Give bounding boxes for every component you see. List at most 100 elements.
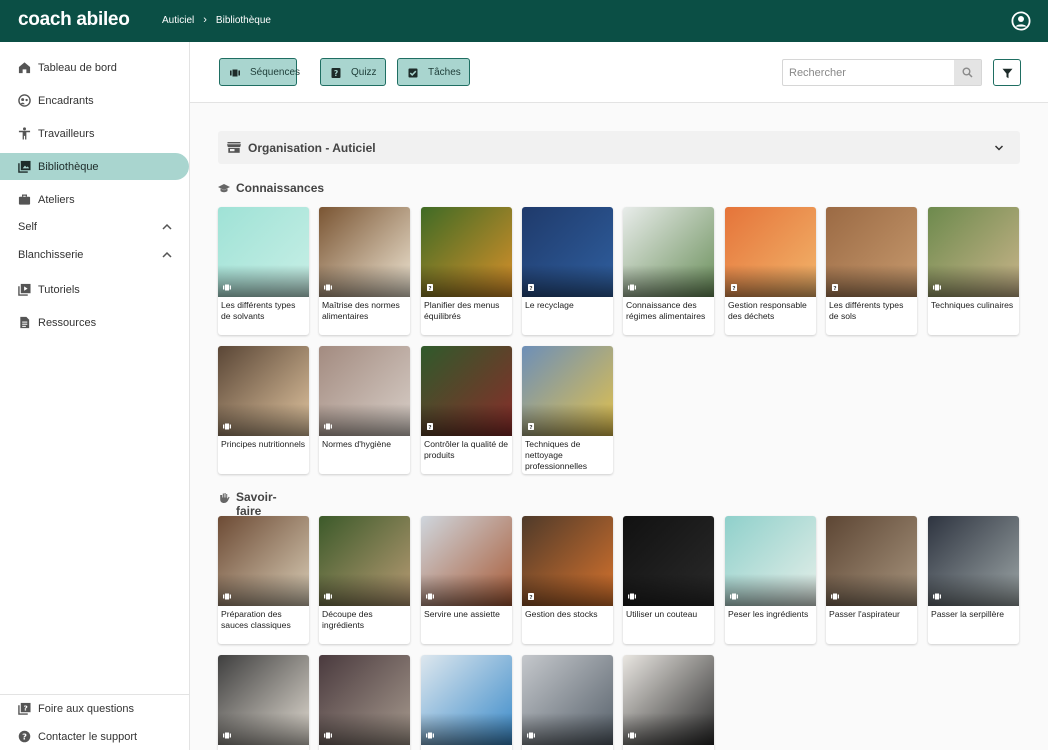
breadcrumb-item-auticiel[interactable]: Auticiel [162, 15, 194, 26]
button-label: Quizz [351, 67, 377, 78]
card-title: Connaissance des régimes alimentaires [626, 300, 706, 321]
library-card[interactable]: Normes d'hygiène [319, 346, 410, 474]
card-title: Techniques de nettoyage professionnelles [525, 439, 588, 471]
library-card[interactable]: Passer l'aspirateur [826, 516, 917, 644]
card-thumbnail-shade [421, 265, 512, 297]
top-bar: coach abileo Auticiel › Bibliothèque [0, 0, 1048, 42]
sidebar-item-ateliers[interactable]: Ateliers [0, 186, 189, 213]
button-label: Séquences [250, 67, 301, 78]
faq-icon: ? [18, 702, 31, 715]
organisation-group-header[interactable]: Organisation - Auticiel [218, 131, 1020, 164]
card-thumbnail-shade [218, 265, 309, 297]
library-card[interactable]: Techniques culinaires [928, 207, 1019, 335]
library-card[interactable]: ? Le recyclage [522, 207, 613, 335]
card-thumbnail-shade [218, 404, 309, 436]
card-thumbnail-shade [826, 265, 917, 297]
card-thumbnail-shade [319, 574, 410, 606]
quiz-icon: ? [528, 423, 534, 430]
card-thumbnail-shade [623, 713, 714, 745]
sidebar-item-travailleurs[interactable]: Travailleurs [0, 120, 189, 147]
card-title: Le recyclage [525, 300, 574, 310]
svg-text:?: ? [833, 286, 836, 291]
sequence-icon [324, 423, 332, 430]
chevron-up-icon[interactable] [162, 251, 172, 259]
library-card[interactable] [319, 655, 410, 750]
sidebar-item-tutoriels[interactable]: Tutoriels [0, 276, 189, 303]
sidebar: Tableau de bord Encadrants Travailleurs … [0, 42, 190, 750]
filter-button[interactable] [993, 59, 1021, 86]
card-thumbnail-shade [623, 574, 714, 606]
library-card[interactable]: ? Techniques de nettoyage professionnelle… [522, 346, 613, 474]
library-card[interactable]: Les différents types de solvants [218, 207, 309, 335]
sequence-icon [933, 284, 941, 291]
library-card[interactable]: Principes nutritionnels [218, 346, 309, 474]
sequence-icon [223, 284, 231, 291]
card-title: Les différents types de solvants [221, 300, 296, 321]
library-card[interactable] [218, 655, 309, 750]
search-button[interactable] [954, 60, 981, 85]
user-account-icon[interactable] [1011, 11, 1031, 31]
sequence-icon [324, 593, 332, 600]
library-card[interactable]: Découpe des ingrédients [319, 516, 410, 644]
task-icon [408, 68, 418, 78]
library-card[interactable] [623, 655, 714, 750]
library-card[interactable]: ? Gestion responsable des déchets [725, 207, 816, 335]
app-logo[interactable]: coach abileo [18, 9, 130, 31]
card-thumbnail-shade [522, 265, 613, 297]
search-icon [962, 67, 973, 78]
sidebar-item-faq[interactable]: ? Foire aux questions [0, 695, 189, 722]
sequence-icon [223, 423, 231, 430]
sidebar-item-tableau-de-bord[interactable]: Tableau de bord [0, 54, 189, 81]
sidebar-item-label: Ateliers [38, 193, 75, 206]
library-card[interactable]: Passer la serpillère [928, 516, 1019, 644]
library-card[interactable]: Maîtrise des normes alimentaires [319, 207, 410, 335]
library-card[interactable]: Préparation des sauces classiques [218, 516, 309, 644]
library-card[interactable]: ? Planifier des menus équilibrés [421, 207, 512, 335]
library-card[interactable] [522, 655, 613, 750]
card-thumbnail-shade [826, 574, 917, 606]
card-title: Préparation des sauces classiques [221, 609, 291, 630]
library-card[interactable]: Servire une assiette [421, 516, 512, 644]
sidebar-item-support[interactable]: ? Contacter le support [0, 723, 189, 750]
store-icon [227, 142, 241, 153]
svg-text:?: ? [529, 425, 532, 430]
quiz-icon: ? [528, 284, 534, 291]
button-label: Tâches [428, 67, 461, 78]
library-card[interactable]: Connaissance des régimes alimentaires [623, 207, 714, 335]
hand-icon [220, 493, 230, 503]
quiz-icon: ? [427, 284, 433, 291]
library-card[interactable] [421, 655, 512, 750]
quiz-icon: ? [528, 593, 534, 600]
svg-text:?: ? [428, 425, 431, 430]
video-icon [18, 283, 31, 296]
sequence-icon [223, 593, 231, 600]
chevron-up-icon[interactable] [162, 223, 172, 231]
search-input[interactable] [783, 60, 955, 85]
sidebar-section-self[interactable]: Self [0, 218, 189, 238]
library-card[interactable]: Utiliser un couteau [623, 516, 714, 644]
card-title: Servire une assiette [424, 609, 500, 619]
group-title: Organisation - Auticiel [248, 141, 376, 155]
supervisor-icon [18, 94, 31, 107]
library-card[interactable]: ? Gestion des stocks [522, 516, 613, 644]
sidebar-item-label: Contacter le support [38, 730, 138, 743]
sidebar-item-label: Tableau de bord [38, 61, 117, 74]
library-card[interactable]: ? Contrôler la qualité de produits [421, 346, 512, 474]
chevron-down-icon[interactable] [994, 144, 1004, 152]
card-title: Contrôler la qualité de produits [424, 439, 509, 460]
sequence-icon [628, 593, 636, 600]
quiz-icon: ? [331, 68, 341, 78]
sidebar-item-bibliotheque[interactable]: Bibliothèque [0, 153, 189, 180]
sidebar-item-encadrants[interactable]: Encadrants [0, 87, 189, 114]
sequences-filter-button[interactable]: Séquences [219, 58, 301, 86]
library-card[interactable]: Peser les ingrédients [725, 516, 816, 644]
sequence-icon [628, 732, 636, 739]
library-card[interactable]: ? Les différents types de sols [826, 207, 917, 335]
card-title: Normes d'hygiène [322, 439, 391, 449]
sidebar-item-label: Tutoriels [38, 283, 80, 296]
sidebar-item-label: Encadrants [38, 94, 94, 107]
taches-filter-button[interactable]: Tâches [397, 58, 470, 86]
sidebar-item-ressources[interactable]: Ressources [0, 309, 189, 336]
quizz-filter-button[interactable]: ? Quizz [320, 58, 386, 86]
sidebar-section-blanchisserie[interactable]: Blanchisserie [0, 246, 189, 266]
